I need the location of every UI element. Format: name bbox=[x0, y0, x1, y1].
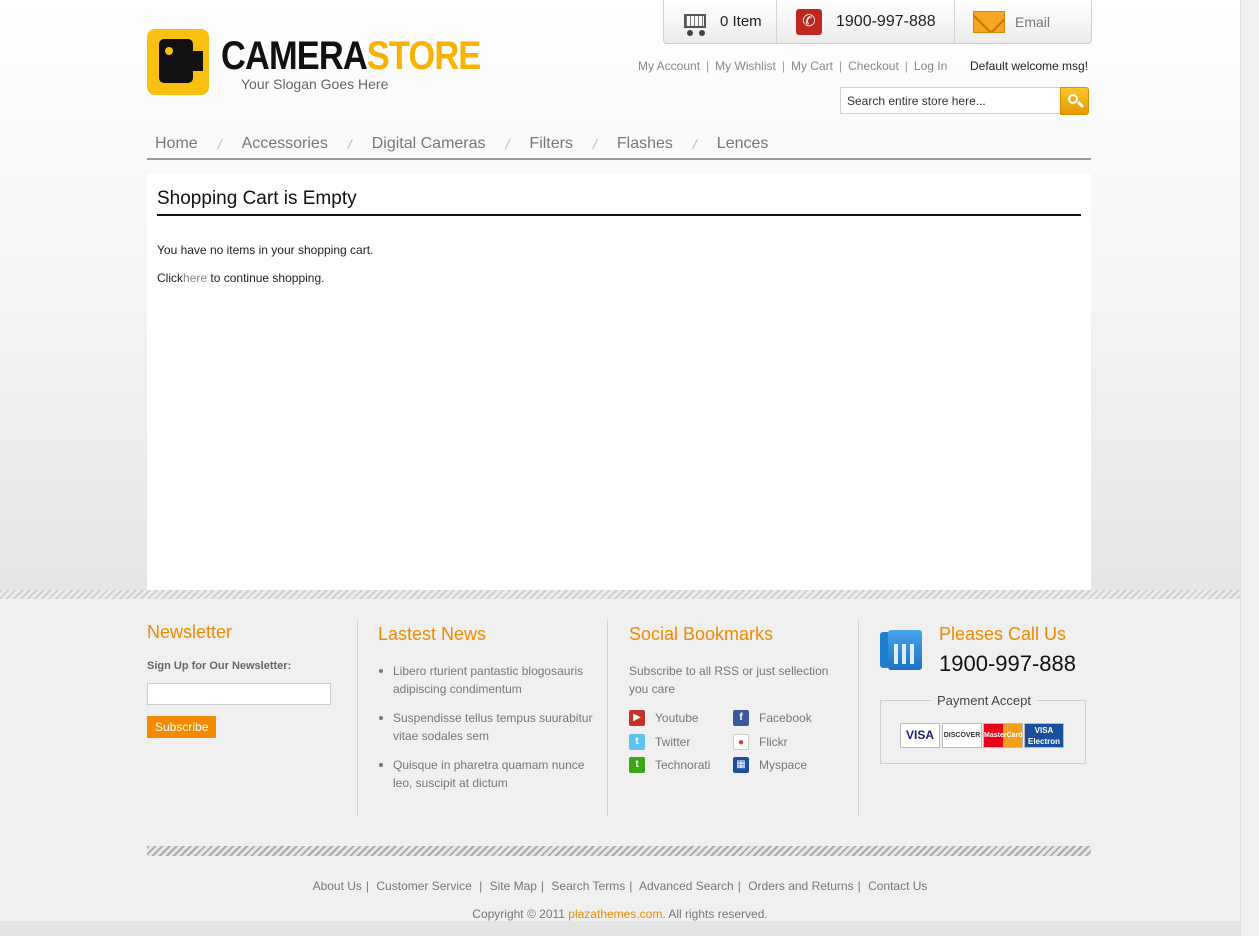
search-button[interactable] bbox=[1060, 87, 1089, 115]
twitter-icon: t bbox=[629, 734, 645, 750]
subscribe-button[interactable]: Subscribe bbox=[147, 716, 217, 738]
news-item[interactable]: Quisque in pharetra quamam nunce leo, su… bbox=[378, 756, 598, 792]
login-link[interactable]: Log In bbox=[914, 59, 947, 73]
my-cart-link[interactable]: My Cart bbox=[791, 59, 833, 73]
search-input[interactable] bbox=[840, 87, 1062, 114]
social-youtube[interactable]: ▶ Youtube bbox=[629, 710, 699, 726]
copyright-org-link[interactable]: plazathemes.com bbox=[568, 907, 662, 921]
logo-title: CAMERASTORE bbox=[221, 34, 481, 78]
nav-accessories[interactable]: Accessories bbox=[242, 135, 328, 153]
copyright: Copyright © 2011 plazathemes.com. All ri… bbox=[472, 907, 768, 921]
footer-link-search-terms[interactable]: Search Terms bbox=[551, 879, 625, 893]
store-logo[interactable]: CAMERASTORE Your Slogan Goes Here bbox=[147, 29, 481, 99]
footer-top-stripe bbox=[0, 590, 1240, 599]
footer-link-customer-service[interactable]: Customer Service bbox=[376, 879, 471, 893]
facebook-icon: f bbox=[733, 710, 749, 726]
phone-icon: ✆ bbox=[796, 8, 822, 35]
visa-electron-card-icon: VISA Electron bbox=[1024, 723, 1064, 748]
empty-cart-message: You have no items in your shopping cart. bbox=[157, 243, 374, 257]
social-technorati[interactable]: t Technorati bbox=[629, 757, 710, 773]
nav-home[interactable]: Home bbox=[155, 135, 198, 153]
welcome-message: Default welcome msg! bbox=[970, 59, 1089, 73]
footer-link-about-us[interactable]: About Us bbox=[313, 879, 362, 893]
call-us-title: Pleases Call Us bbox=[939, 624, 1067, 644]
footer-links: About Us | Customer Service | Site Map | S… bbox=[312, 879, 928, 893]
newsletter-title: Newsletter bbox=[147, 622, 233, 642]
youtube-icon: ▶ bbox=[629, 710, 645, 726]
news-list: Libero rturient pantastic blogosauris ad… bbox=[378, 662, 598, 803]
main-nav: Home / Accessories / Digital Cameras / F… bbox=[147, 130, 1091, 160]
my-account-link[interactable]: My Account bbox=[638, 59, 700, 73]
mail-icon bbox=[973, 10, 1005, 33]
continue-shopping-text: Clickhere to continue shopping. bbox=[157, 271, 325, 285]
search-box bbox=[840, 87, 1090, 115]
flickr-icon: ● bbox=[733, 734, 749, 750]
vertical-scrollbar[interactable] bbox=[1240, 0, 1259, 936]
header-email-label: Email bbox=[1015, 13, 1051, 30]
header-email[interactable]: Email bbox=[973, 0, 1050, 43]
social-myspace[interactable]: ▦ Myspace bbox=[733, 757, 807, 773]
mini-cart[interactable]: 0 Item bbox=[680, 0, 762, 43]
footer-divider-stripe bbox=[147, 846, 1091, 856]
header-phone-number: 1900-997-888 bbox=[836, 12, 936, 30]
myspace-icon: ▦ bbox=[733, 757, 749, 773]
continue-shopping-link[interactable]: here bbox=[183, 271, 207, 285]
telephone-icon bbox=[880, 630, 924, 670]
mastercard-card-icon: MasterCard bbox=[983, 723, 1023, 748]
camera-icon bbox=[147, 29, 209, 95]
payment-accept-box: Payment Accept VISA DISCOVER MasterCard … bbox=[880, 693, 1086, 764]
discover-card-icon: DISCOVER bbox=[942, 723, 982, 748]
footer-link-site-map[interactable]: Site Map bbox=[490, 879, 537, 893]
news-item[interactable]: Libero rturient pantastic blogosauris ad… bbox=[378, 662, 598, 698]
footer-link-contact-us[interactable]: Contact Us bbox=[868, 879, 927, 893]
call-us-phone: 1900-997-888 bbox=[939, 651, 1077, 676]
header-phone: ✆ 1900-997-888 bbox=[796, 0, 936, 43]
social-twitter[interactable]: t Twitter bbox=[629, 734, 690, 750]
footer-link-orders-returns[interactable]: Orders and Returns bbox=[748, 879, 853, 893]
nav-flashes[interactable]: Flashes bbox=[617, 135, 673, 153]
checkout-link[interactable]: Checkout bbox=[848, 59, 899, 73]
nav-lences[interactable]: Lences bbox=[717, 135, 769, 153]
main-content: Shopping Cart is Empty You have no items… bbox=[147, 174, 1091, 590]
header-contact-box: 0 Item ✆ 1900-997-888 Email bbox=[663, 0, 1092, 44]
account-links: My Account | My Wishlist | My Cart | Checkout |… bbox=[638, 59, 948, 73]
social-flickr[interactable]: ● Flickr bbox=[733, 734, 788, 750]
social-facebook[interactable]: f Facebook bbox=[733, 710, 812, 726]
page: CAMERASTORE Your Slogan Goes Here 0 Item… bbox=[0, 0, 1240, 936]
newsletter-label: Sign Up for Our Newsletter: bbox=[147, 660, 292, 672]
newsletter-email-input[interactable] bbox=[147, 683, 331, 705]
nav-digital-cameras[interactable]: Digital Cameras bbox=[372, 135, 486, 153]
my-wishlist-link[interactable]: My Wishlist bbox=[715, 59, 776, 73]
page-bottom-strip bbox=[0, 921, 1240, 936]
social-title: Social Bookmarks bbox=[629, 624, 774, 644]
visa-card-icon: VISA bbox=[900, 723, 940, 748]
social-intro: Subscribe to all RSS or just sellection … bbox=[629, 664, 829, 696]
news-title: Lastest News bbox=[378, 624, 487, 644]
news-item[interactable]: Suspendisse tellus tempus suurabitur vit… bbox=[378, 709, 598, 745]
logo-slogan: Your Slogan Goes Here bbox=[241, 76, 389, 92]
payment-accept-title: Payment Accept bbox=[931, 693, 1037, 708]
technorati-icon: t bbox=[629, 757, 645, 773]
nav-filters[interactable]: Filters bbox=[529, 135, 573, 153]
cart-icon bbox=[680, 8, 710, 36]
page-title: Shopping Cart is Empty bbox=[157, 188, 1081, 216]
cart-count: 0 Item bbox=[720, 13, 762, 30]
footer-link-advanced-search[interactable]: Advanced Search bbox=[639, 879, 734, 893]
